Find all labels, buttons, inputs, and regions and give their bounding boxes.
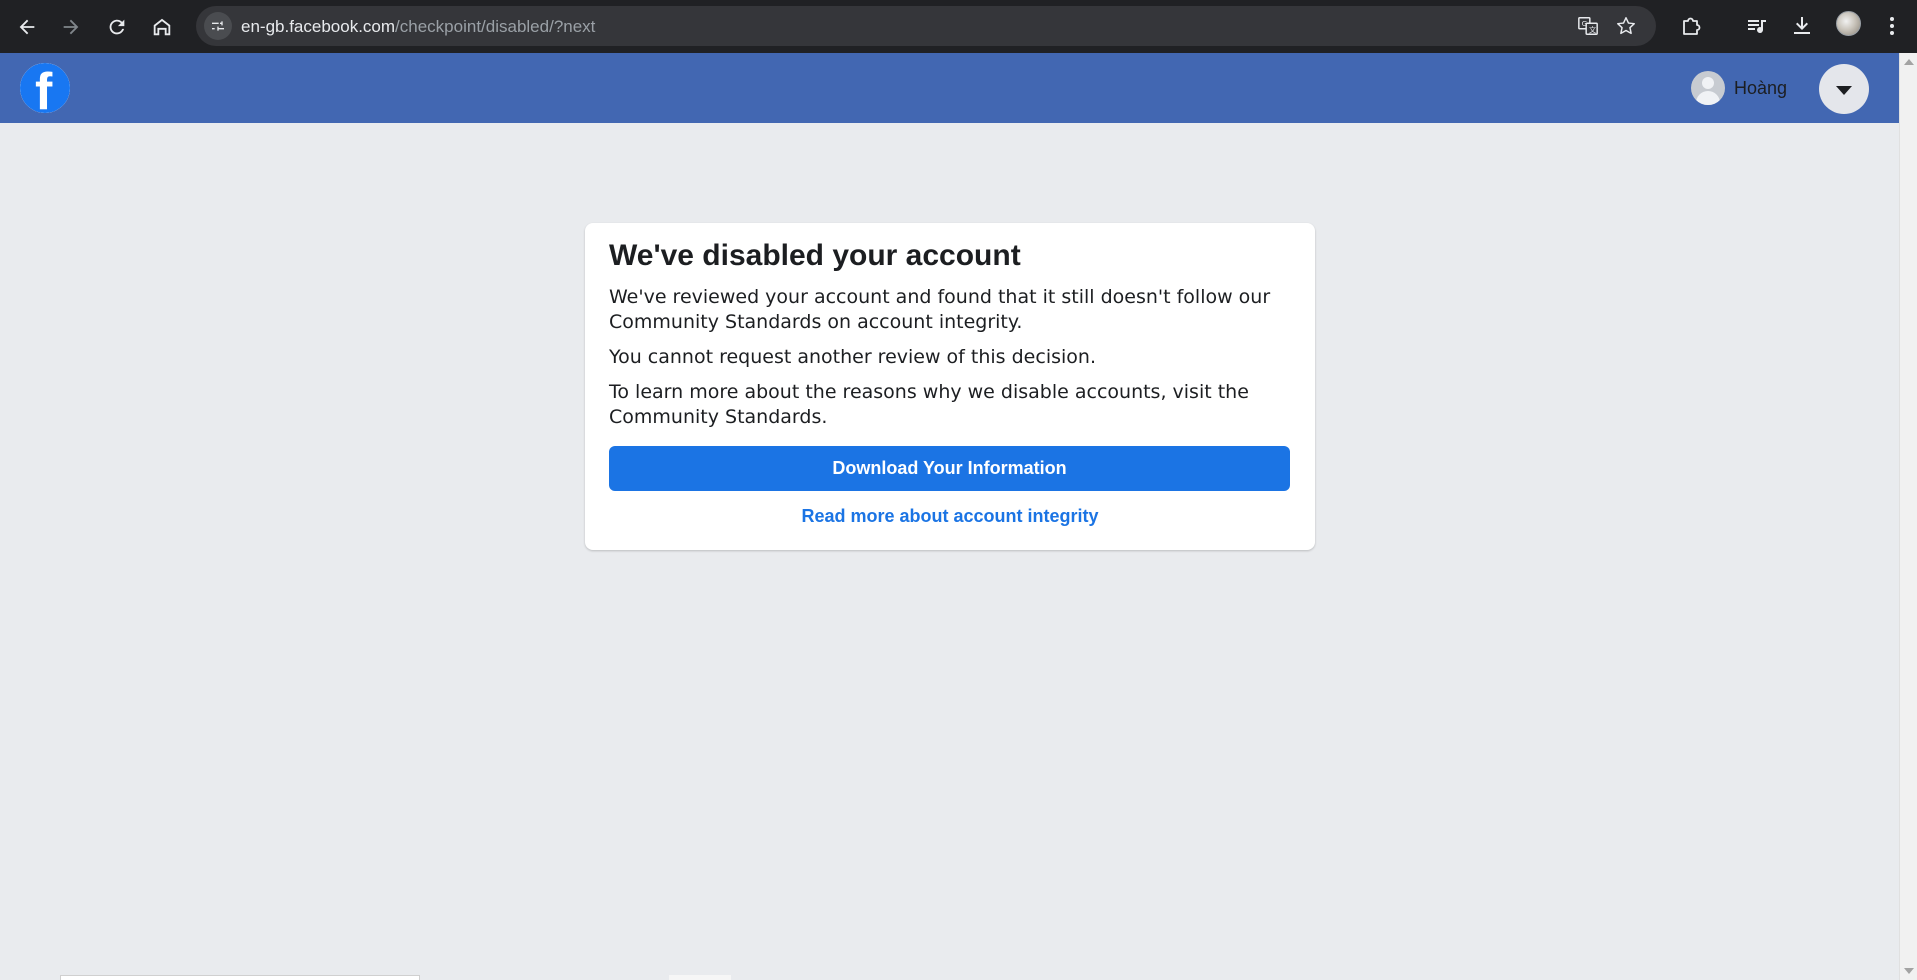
svg-text:G: G (1582, 19, 1588, 28)
caret-down-icon (1836, 86, 1852, 95)
bookmark-button[interactable] (1614, 14, 1638, 38)
user-avatar (1691, 71, 1725, 105)
browser-profile-avatar[interactable] (1836, 11, 1861, 36)
home-button[interactable] (144, 9, 180, 45)
download-information-button[interactable]: Download Your Information (609, 446, 1290, 491)
arrow-left-icon (19, 19, 35, 35)
kebab-menu-icon (1890, 17, 1894, 35)
address-bar[interactable]: en-gb.facebook.com/checkpoint/disabled/?… (196, 6, 1656, 46)
learn-more-paragraph: To learn more about the reasons why we d… (609, 381, 1249, 428)
translate-icon: G文 (1578, 17, 1598, 35)
tune-icon (212, 21, 224, 31)
forward-button[interactable] (53, 9, 89, 45)
star-icon (1617, 17, 1635, 35)
media-control-button[interactable] (1742, 11, 1772, 41)
reload-icon (109, 19, 125, 35)
user-profile-chip[interactable]: Hoàng (1691, 68, 1787, 108)
reload-button[interactable] (99, 9, 135, 45)
facebook-header: f Hoàng (0, 53, 1899, 123)
disabled-account-card: We've disabled your account We've review… (585, 223, 1315, 550)
site-info-button[interactable] (204, 12, 232, 40)
bottom-panel-fragment (60, 975, 420, 980)
bottom-panel-fragment-2 (669, 975, 731, 980)
card-title: We've disabled your account (609, 239, 1021, 272)
puzzle-icon (1683, 17, 1701, 35)
browser-menu-button[interactable] (1877, 11, 1907, 41)
review-paragraph: We've reviewed your account and found th… (609, 286, 1271, 333)
scroll-down-icon[interactable] (1904, 968, 1914, 974)
arrow-right-icon (63, 19, 79, 35)
download-icon (1794, 17, 1810, 34)
translate-button[interactable]: G文 (1576, 14, 1600, 38)
downloads-button[interactable] (1787, 11, 1817, 41)
url-path: /checkpoint/disabled/?next (395, 17, 596, 36)
url-host: en-gb.facebook.com (241, 17, 396, 36)
no-review-paragraph: You cannot request another review of thi… (609, 346, 1096, 368)
user-name: Hoàng (1734, 77, 1788, 98)
facebook-logo-letter: f (35, 63, 53, 113)
home-icon (153, 18, 171, 36)
account-menu-button[interactable] (1819, 64, 1869, 114)
browser-toolbar: en-gb.facebook.com/checkpoint/disabled/?… (0, 0, 1917, 53)
media-control-icon (1748, 20, 1766, 34)
url-text: en-gb.facebook.com/checkpoint/disabled/?… (241, 17, 595, 37)
svg-text:文: 文 (1589, 25, 1597, 34)
scroll-up-icon[interactable] (1904, 59, 1914, 65)
facebook-logo[interactable]: f (20, 63, 70, 113)
account-integrity-link[interactable]: Read more about account integrity (585, 506, 1315, 527)
back-button[interactable] (9, 9, 45, 45)
page-scrollbar[interactable] (1899, 53, 1917, 980)
extensions-button[interactable] (1676, 11, 1706, 41)
